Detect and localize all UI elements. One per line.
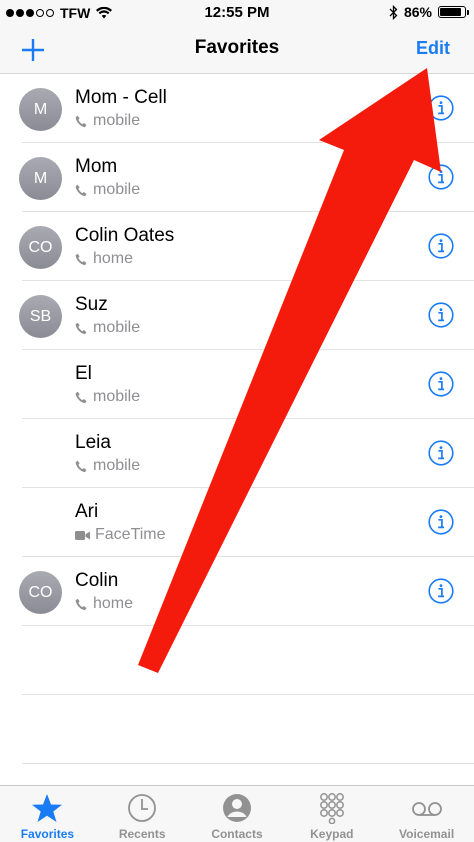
contact-type: mobile xyxy=(75,319,140,337)
contact-type-label: home xyxy=(93,595,134,612)
star-icon xyxy=(32,794,63,822)
info-icon[interactable] xyxy=(428,509,454,535)
battery-icon xyxy=(438,6,469,18)
tab-voicemail[interactable]: Voicemail xyxy=(379,786,474,842)
phone-icon xyxy=(75,460,87,472)
favorites-list: M Mom - Cell mobile M Mom mobile CO Colin Oates… xyxy=(0,74,474,764)
phone-icon xyxy=(75,115,87,127)
status-right: 86% xyxy=(389,4,469,20)
contact-type: mobile xyxy=(75,388,140,406)
empty-row xyxy=(22,695,474,764)
tab-label: Voicemail xyxy=(399,827,455,841)
favorite-row[interactable]: M Mom mobile xyxy=(19,143,474,212)
info-icon[interactable] xyxy=(428,95,454,121)
contact-type: mobile xyxy=(75,112,140,130)
tab-label: Recents xyxy=(118,827,166,841)
phone-icon xyxy=(75,598,87,610)
tab-recents[interactable]: Recents xyxy=(95,786,190,842)
tab-favorites[interactable]: Favorites xyxy=(0,786,95,842)
tab-label: Keypad xyxy=(310,827,354,841)
contact-type: FaceTime xyxy=(75,526,166,544)
tab-keypad[interactable]: Keypad xyxy=(284,786,379,842)
tab-label: Contacts xyxy=(211,827,263,841)
favorite-row[interactable]: SB Suz mobile xyxy=(19,281,474,350)
edit-button[interactable]: Edit xyxy=(416,38,450,59)
voicemail-icon xyxy=(411,802,442,816)
avatar: CO xyxy=(19,571,62,614)
contact-type-label: FaceTime xyxy=(95,526,166,543)
contact-type: home xyxy=(75,595,133,613)
contact-name: Mom xyxy=(75,156,118,177)
avatar: M xyxy=(19,88,62,131)
favorite-row[interactable]: El mobile xyxy=(22,350,474,419)
clock-icon xyxy=(128,794,157,822)
contact-type: home xyxy=(75,250,133,268)
info-icon[interactable] xyxy=(428,440,454,466)
person-icon xyxy=(222,794,251,822)
info-icon[interactable] xyxy=(428,371,454,397)
tab-contacts[interactable]: Contacts xyxy=(190,786,285,842)
favorite-row[interactable]: M Mom - Cell mobile xyxy=(19,74,474,143)
contact-type-label: mobile xyxy=(93,457,141,474)
info-icon[interactable] xyxy=(428,233,454,259)
avatar: CO xyxy=(19,226,62,269)
contact-name: Ari xyxy=(75,501,99,522)
empty-row xyxy=(22,626,474,695)
phone-icon xyxy=(75,253,87,265)
favorite-row[interactable]: Leia mobile xyxy=(22,419,474,488)
contact-type: mobile xyxy=(75,457,140,475)
favorite-row[interactable]: Ari FaceTime xyxy=(22,488,474,557)
contact-name: El xyxy=(75,363,92,384)
contact-type-label: home xyxy=(93,250,134,267)
status-bar: TFW 12:55 PM 86% xyxy=(0,0,474,26)
tab-bar: Favorites Recents Contacts Keypad Voicem… xyxy=(0,785,474,842)
battery-fill xyxy=(440,8,461,16)
avatar: SB xyxy=(19,295,62,338)
favorite-row[interactable]: CO Colin home xyxy=(19,557,474,626)
contact-name: Leia xyxy=(75,432,111,453)
contact-name: Suz xyxy=(75,294,108,315)
info-icon[interactable] xyxy=(428,302,454,328)
video-icon xyxy=(75,530,90,540)
contact-type-label: mobile xyxy=(93,181,141,198)
contact-type-label: mobile xyxy=(93,319,141,336)
contact-name: Colin Oates xyxy=(75,225,175,246)
keypad-icon xyxy=(319,793,344,824)
battery-percent: 86% xyxy=(403,4,432,20)
contact-name: Mom - Cell xyxy=(75,87,167,108)
contact-type-label: mobile xyxy=(93,388,141,405)
avatar: M xyxy=(19,157,62,200)
contact-name: Colin xyxy=(75,570,119,591)
favorite-row[interactable]: CO Colin Oates home xyxy=(19,212,474,281)
info-icon[interactable] xyxy=(428,164,454,190)
info-icon[interactable] xyxy=(428,578,454,604)
contact-type: mobile xyxy=(75,181,140,199)
bluetooth-icon xyxy=(389,4,398,20)
phone-icon xyxy=(75,184,87,196)
phone-icon xyxy=(75,322,87,334)
tab-label: Favorites xyxy=(20,827,75,841)
page-title: Favorites xyxy=(194,37,280,58)
nav-bar: Favorites Edit xyxy=(0,26,474,74)
contact-type-label: mobile xyxy=(93,112,141,129)
phone-icon xyxy=(75,391,87,403)
